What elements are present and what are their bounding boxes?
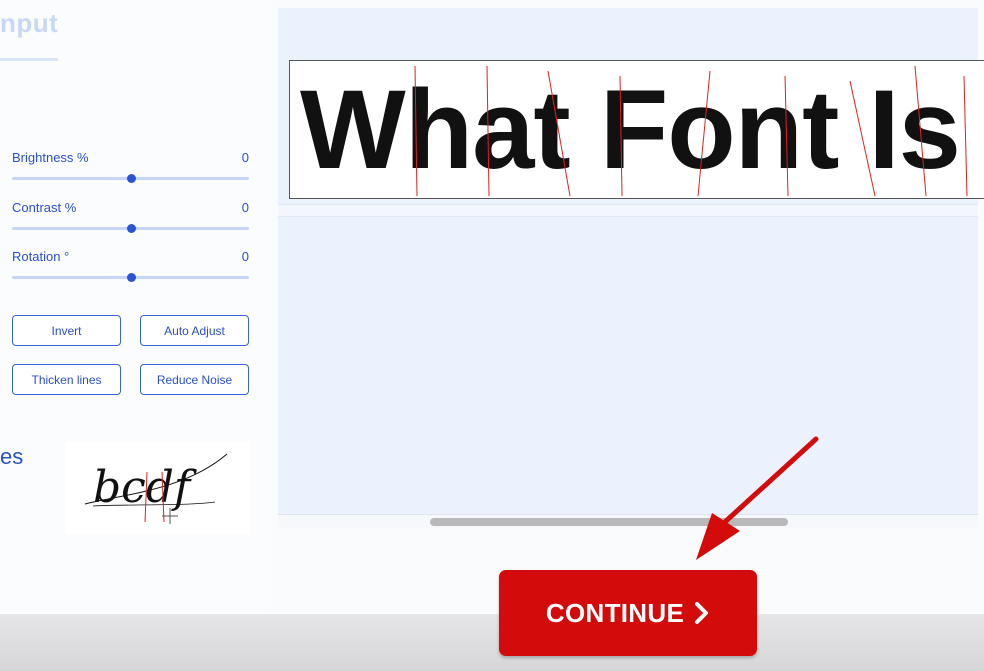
auto-adjust-button[interactable]: Auto Adjust [140, 315, 249, 346]
horizontal-scrollbar[interactable] [278, 514, 978, 528]
section-heading: es [0, 444, 24, 469]
rotation-label: Rotation ° [12, 249, 70, 264]
invert-button[interactable]: Invert [12, 315, 121, 346]
preview-area: What Font Is [278, 8, 984, 528]
chevron-right-icon [694, 601, 710, 625]
continue-label: CONTINUE [545, 597, 685, 628]
contrast-value: 0 [241, 200, 249, 215]
preview-divider [278, 204, 978, 217]
thicken-lines-button[interactable]: Thicken lines [12, 364, 121, 395]
rotation-slider[interactable] [12, 273, 249, 282]
rotation-value: 0 [241, 249, 249, 264]
continue-button[interactable]: CONTINUE [499, 570, 757, 656]
panel-title: nput [0, 8, 59, 38]
sample-image-box[interactable]: What Font Is [289, 60, 984, 199]
character-split-lines [414, 65, 968, 197]
brightness-slider[interactable] [12, 174, 249, 183]
contrast-slider[interactable] [12, 224, 249, 233]
rotation-slider-thumb[interactable] [126, 273, 136, 282]
sample-font-thumbnail-art: bcdf [84, 453, 228, 524]
sample-font-thumbnail[interactable]: bcdf [65, 442, 250, 534]
brightness-value: 0 [241, 150, 249, 165]
contrast-label: Contrast % [12, 200, 77, 215]
title-underline [0, 58, 58, 61]
brightness-slider-thumb[interactable] [126, 174, 136, 183]
image-adjust-panel: nput Brightness % 0 Contrast % 0 Rotatio… [0, 0, 270, 614]
brightness-label: Brightness % [12, 150, 89, 165]
pointer-arrow-annotation [696, 436, 819, 560]
bottom-strip [0, 614, 984, 671]
contrast-slider-thumb[interactable] [126, 224, 136, 233]
reduce-noise-button[interactable]: Reduce Noise [140, 364, 249, 395]
